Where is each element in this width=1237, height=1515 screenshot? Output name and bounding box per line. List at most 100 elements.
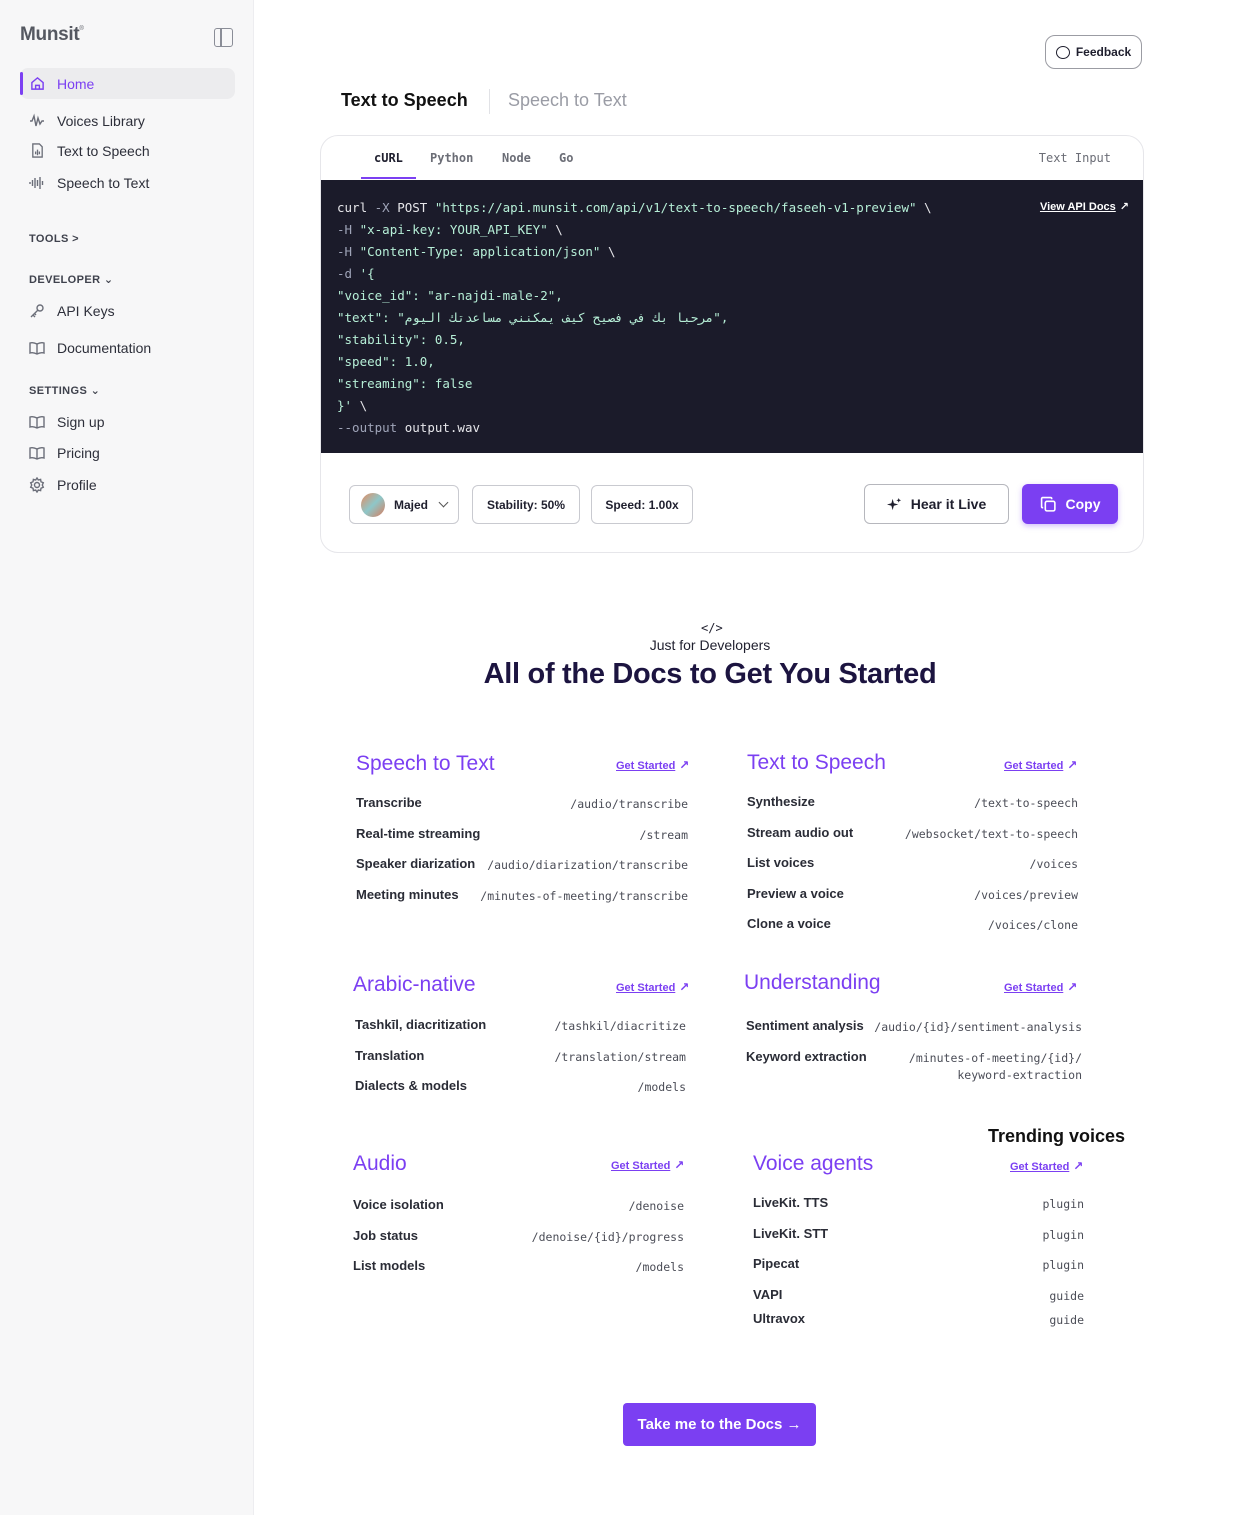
- tab-text-to-speech[interactable]: Text to Speech: [341, 90, 468, 111]
- lang-tab-go[interactable]: Go: [559, 151, 573, 165]
- audio-bars-icon: [29, 175, 45, 191]
- endpoint-label[interactable]: Stream audio out: [747, 825, 853, 840]
- view-api-docs-link[interactable]: View API Docs ↗: [1040, 200, 1129, 213]
- endpoint-path: /denoise/{id}/progress: [531, 1229, 684, 1244]
- endpoint-path: /minutes-of-meeting/transcribe: [480, 888, 688, 903]
- endpoint-path: /denoise: [628, 1199, 684, 1213]
- endpoint-label[interactable]: LiveKit. TTS: [753, 1195, 828, 1210]
- endpoint-path: /tashkil/diacritize: [554, 1019, 686, 1033]
- lang-tab-node[interactable]: Node: [502, 151, 531, 165]
- get-started-link-text-to-speech[interactable]: Get Started ↗: [1004, 758, 1077, 772]
- sidebar-item-text-to-speech[interactable]: Text to Speech: [20, 135, 235, 166]
- endpoint-label[interactable]: Ultravox: [753, 1311, 805, 1326]
- code-line: "stability": 0.5,: [337, 332, 465, 347]
- endpoint-label[interactable]: VAPI: [753, 1287, 782, 1302]
- copy-button[interactable]: Copy: [1022, 484, 1118, 524]
- get-started-link-understanding[interactable]: Get Started ↗: [1004, 980, 1077, 994]
- lang-tab-python[interactable]: Python: [430, 151, 473, 165]
- speed-button[interactable]: Speed: 1.00x: [591, 485, 693, 524]
- endpoint-label[interactable]: Job status: [353, 1228, 418, 1243]
- endpoint-path: plugin: [1042, 1227, 1084, 1242]
- endpoint-label[interactable]: Speaker diarization: [356, 856, 475, 871]
- endpoint-path: /audio/transcribe: [570, 797, 688, 811]
- sidebar-item-documentation[interactable]: Documentation: [20, 332, 235, 363]
- endpoint-path: /stream: [639, 827, 688, 842]
- code-brackets-icon: </>: [701, 621, 723, 635]
- endpoint-path: /audio/diarization/transcribe: [487, 858, 688, 872]
- feedback-button[interactable]: Feedback: [1045, 35, 1142, 69]
- developers-kicker: Just for Developers: [649, 637, 771, 653]
- endpoint-path: /translation/stream: [554, 1049, 686, 1064]
- chat-bubble-icon: [1055, 45, 1070, 59]
- code-line: "streaming": false: [337, 376, 473, 391]
- get-started-link-arabic-native[interactable]: Get Started ↗: [616, 980, 689, 994]
- endpoint-label[interactable]: Real-time streaming: [356, 826, 480, 841]
- copy-icon: [1040, 496, 1057, 513]
- endpoint-label[interactable]: Synthesize: [747, 794, 815, 809]
- endpoint-path: guide: [1049, 1313, 1084, 1327]
- tools-section-label[interactable]: TOOLS >: [29, 233, 79, 245]
- developer-section-label[interactable]: DEVELOPER ⌄: [29, 273, 114, 286]
- settings-section-label[interactable]: SETTINGS ⌄: [29, 384, 100, 397]
- endpoint-label[interactable]: Keyword extraction: [746, 1049, 867, 1064]
- sidebar-item-speech-to-text[interactable]: Speech to Text: [20, 167, 235, 198]
- code-block[interactable]: View API Docs ↗ curl -X POST "https://api…: [321, 180, 1143, 453]
- document-audio-icon: [29, 143, 45, 159]
- endpoint-label[interactable]: Preview a voice: [747, 886, 844, 901]
- group-title-audio: Audio: [353, 1152, 407, 1175]
- key-icon: [29, 303, 45, 319]
- endpoint-path: /voices: [1029, 857, 1078, 871]
- sidebar-item-profile[interactable]: Profile: [20, 469, 235, 500]
- active-tab-indicator: [361, 177, 416, 179]
- arrow-up-right-icon: ↗: [1067, 758, 1078, 772]
- tab-speech-to-text[interactable]: Speech to Text: [508, 90, 627, 111]
- voice-avatar: [360, 492, 385, 517]
- sidebar-item-sign-up[interactable]: Sign up: [20, 406, 235, 437]
- stability-button[interactable]: Stability: 50%: [472, 485, 580, 524]
- sidebar-toggle-icon[interactable]: [214, 28, 233, 47]
- arrow-up-right-icon: ↗: [1073, 1159, 1084, 1173]
- take-me-to-docs-button[interactable]: Take me to the Docs →: [623, 1403, 816, 1446]
- code-line: }' \: [337, 398, 368, 413]
- endpoint-label[interactable]: Dialects & models: [355, 1078, 467, 1093]
- arrow-up-right-icon: ↗: [1119, 201, 1129, 213]
- endpoint-label[interactable]: Transcribe: [356, 795, 422, 810]
- arrow-up-right-icon: ↗: [674, 1158, 685, 1172]
- endpoint-label[interactable]: List voices: [747, 855, 814, 870]
- trending-voices-heading[interactable]: Trending voices: [988, 1126, 1125, 1147]
- get-started-link-audio[interactable]: Get Started ↗: [611, 1158, 684, 1172]
- endpoint-label[interactable]: Voice isolation: [353, 1197, 444, 1212]
- sidebar-item-home[interactable]: Home: [20, 68, 235, 99]
- endpoint-path: /websocket/text-to-speech: [904, 826, 1078, 841]
- code-line: -H "Content-Type: application/json" \: [337, 244, 616, 259]
- endpoint-label[interactable]: Meeting minutes: [356, 887, 459, 902]
- text-input-tab[interactable]: Text Input: [1039, 151, 1111, 165]
- endpoint-path: /models: [637, 1080, 686, 1094]
- voice-select[interactable]: Majed: [349, 485, 459, 524]
- endpoint-label[interactable]: Sentiment analysis: [746, 1018, 864, 1033]
- sidebar-item-api-keys[interactable]: API Keys: [20, 295, 235, 326]
- code-line: "voice_id": "ar-najdi-male-2",: [337, 288, 563, 303]
- endpoint-label[interactable]: Translation: [355, 1048, 424, 1063]
- endpoint-path: plugin: [1042, 1258, 1084, 1272]
- hear-it-live-button[interactable]: Hear it Live: [864, 484, 1009, 524]
- group-title-text-to-speech: Text to Speech: [747, 751, 886, 774]
- endpoint-path: /voices/clone: [987, 918, 1078, 932]
- endpoint-path: guide: [1049, 1288, 1084, 1303]
- endpoint-label[interactable]: Tashkīl, diacritization: [355, 1017, 486, 1032]
- endpoint-label[interactable]: Pipecat: [753, 1256, 799, 1271]
- lang-tab-curl[interactable]: cURL: [374, 151, 403, 165]
- endpoint-label[interactable]: List models: [353, 1258, 425, 1273]
- sidebar-item-voices-library[interactable]: Voices Library: [20, 105, 235, 136]
- endpoint-label[interactable]: LiveKit. STT: [753, 1226, 828, 1241]
- sidebar-item-pricing[interactable]: Pricing: [20, 437, 235, 468]
- group-title-speech-to-text: Speech to Text: [356, 752, 495, 775]
- gear-icon: [29, 476, 45, 493]
- get-started-link-voice-agents[interactable]: Get Started ↗: [1010, 1159, 1083, 1173]
- book-icon: [29, 414, 45, 430]
- endpoint-label[interactable]: Clone a voice: [747, 916, 831, 931]
- code-line: "speed": 1.0,: [337, 354, 435, 369]
- get-started-link-speech-to-text[interactable]: Get Started ↗: [616, 758, 689, 772]
- endpoint-path: plugin: [1042, 1197, 1084, 1211]
- munsit-logo[interactable]: Munsit®: [20, 24, 84, 46]
